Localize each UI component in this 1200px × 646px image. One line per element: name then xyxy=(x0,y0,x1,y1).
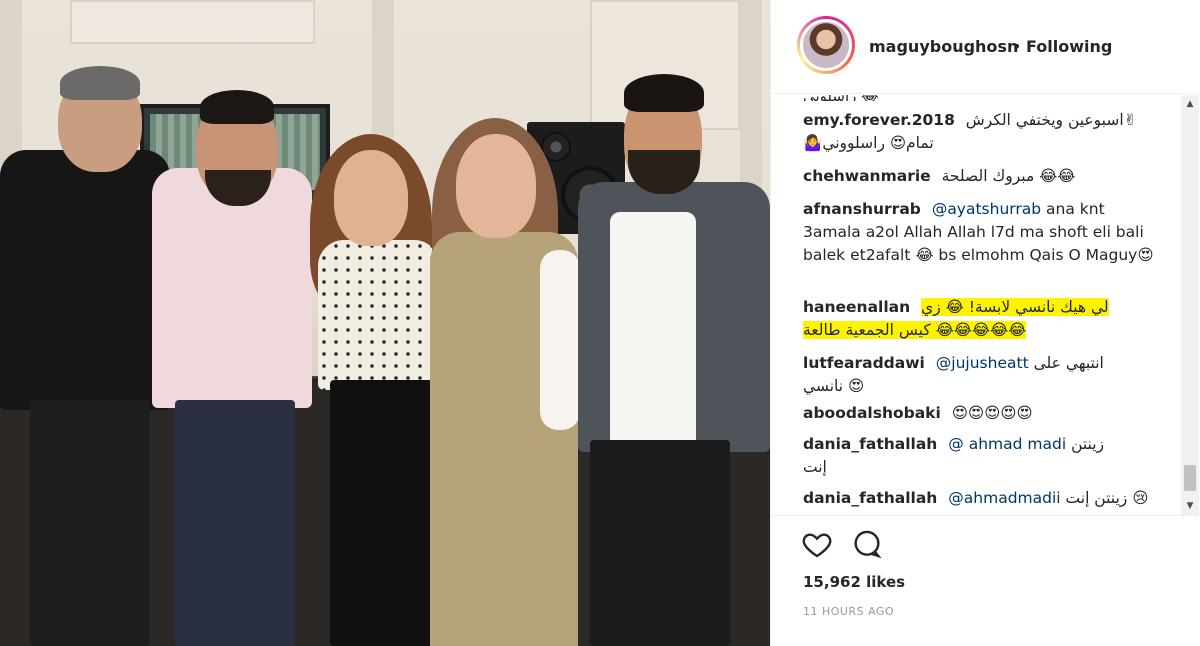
comment-item: lutfearaddawi @jujusheatt انتبهي على نان… xyxy=(803,352,1158,398)
comments-scrollbar[interactable]: ▲ ▼ xyxy=(1181,95,1199,515)
comment-item: emy.forever.2018 اسبوعين ويختفي الكرش✌ 🤷… xyxy=(803,109,1158,155)
comment-username[interactable]: afnanshurrab xyxy=(803,200,921,218)
comment-item-highlighted: haneenallan لي هيك نانسي لابسة! 😂 زي كيس… xyxy=(803,296,1158,342)
comment-text: زينتن إنت 😢 xyxy=(1065,489,1149,507)
comments-list: 😂 راسلوني emy.forever.2018 اسبوعين ويختف… xyxy=(771,95,1181,515)
comment-mention-link[interactable]: @ayatshurrab xyxy=(932,200,1041,218)
comment-text-highlighted: لي هيك نانسي لابسة! 😂 زي xyxy=(921,298,1109,316)
comment-text: 😍😍😍😍😍 xyxy=(951,404,1033,422)
comment-bubble-icon[interactable] xyxy=(851,528,883,560)
scrollbar-thumb[interactable] xyxy=(1184,465,1196,491)
comment-username[interactable]: haneenallan xyxy=(803,298,910,316)
comment-username[interactable]: chehwanmarie xyxy=(803,167,931,185)
comment-item: aboodalshobaki 😍😍😍😍😍 xyxy=(803,402,1158,425)
comment-text: زينتن xyxy=(1071,435,1105,453)
comment-text: اسبوعين ويختفي الكرش✌ xyxy=(965,111,1137,129)
comment-username[interactable]: emy.forever.2018 xyxy=(803,111,955,129)
clipped-comment-fragment: 😂 راسلوني xyxy=(803,95,1003,101)
heart-icon[interactable] xyxy=(801,528,833,560)
comment-text-line-2: إنت xyxy=(803,458,827,476)
post-header: maguyboughosn • Following xyxy=(771,0,1200,94)
comment-username[interactable]: aboodalshobaki xyxy=(803,404,941,422)
comment-username[interactable]: lutfearaddawi xyxy=(803,354,925,372)
post-photo[interactable] xyxy=(0,0,770,646)
comment-mention-link[interactable]: @jujusheatt xyxy=(936,354,1029,372)
comment-text-line-2: نانسي 😍 xyxy=(803,377,865,395)
wall-frame xyxy=(70,0,315,44)
comment-mention-link[interactable]: @ahmadmadii xyxy=(948,489,1060,507)
comment-text: مبروك الصلحة 😂😂 xyxy=(941,167,1076,185)
comment-item: chehwanmarie مبروك الصلحة 😂😂 xyxy=(803,165,1158,188)
comment-mention-link[interactable]: @ ahmad madi xyxy=(948,435,1066,453)
comment-item: dania_fathallah @ahmadmadii زينتن إنت 😢 xyxy=(803,487,1158,510)
separator-dot: • xyxy=(1012,37,1022,56)
comment-text: انتبهي على xyxy=(1033,354,1104,372)
scroll-down-arrow-icon[interactable]: ▼ xyxy=(1181,497,1199,515)
following-button[interactable]: Following xyxy=(1026,37,1112,56)
likes-count[interactable]: 15,962 likes xyxy=(803,573,905,591)
post-timestamp[interactable]: 11 HOURS AGO xyxy=(803,605,894,618)
avatar[interactable] xyxy=(797,16,855,74)
comment-text-line-2-highlighted: كيس الجمعية طالعة 😂😂😂😂😂 xyxy=(803,321,1027,339)
comment-username[interactable]: dania_fathallah xyxy=(803,435,937,453)
post-side-panel: maguyboughosn • Following 😂 راسلوني emy.… xyxy=(770,0,1200,646)
post-username-link[interactable]: maguyboughosn xyxy=(869,37,1018,56)
comment-item: afnanshurrab @ayatshurrab ana knt 3amala… xyxy=(803,198,1158,267)
comment-item: dania_fathallah @ ahmad madi زينتن إنت xyxy=(803,433,1158,479)
comment-text-line-2: 🤷‍♀️تمام😍 راسلووني xyxy=(803,134,934,152)
comment-username[interactable]: dania_fathallah xyxy=(803,489,937,507)
scroll-up-arrow-icon[interactable]: ▲ xyxy=(1181,95,1199,113)
post-actions: 15,962 likes 11 HOURS AGO xyxy=(771,515,1200,646)
